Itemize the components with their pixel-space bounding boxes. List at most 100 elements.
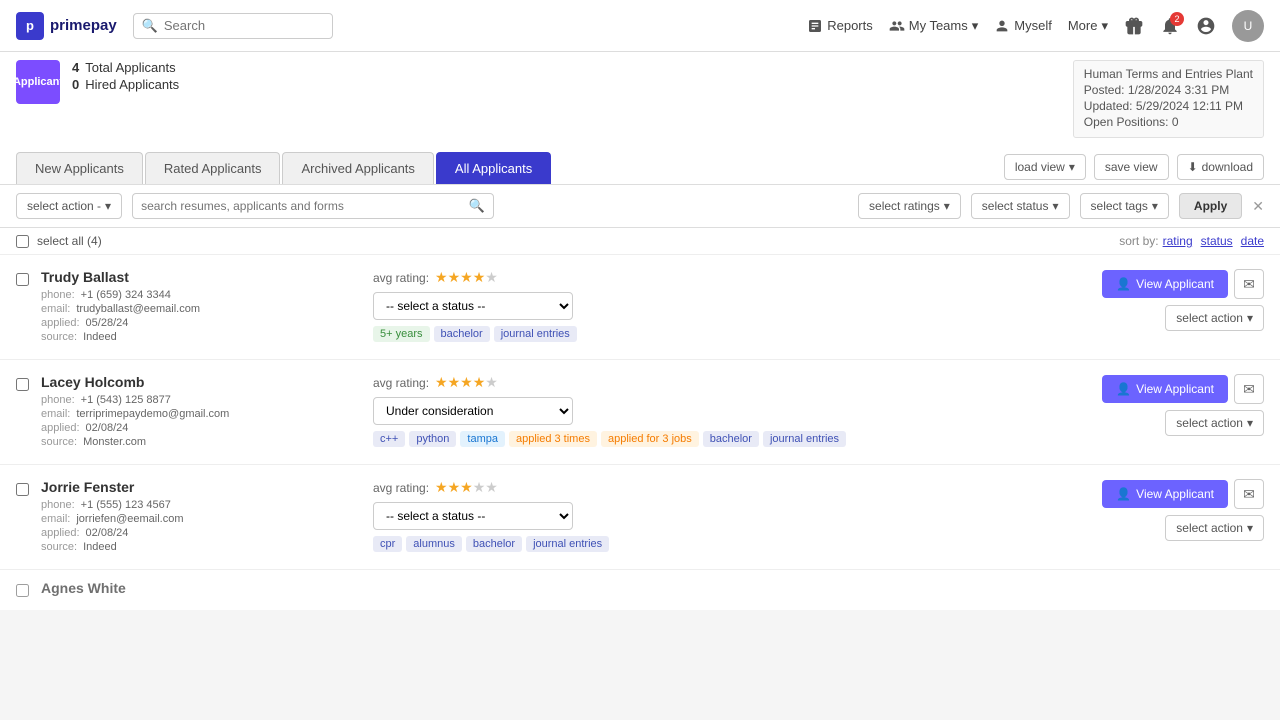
toolbar: select action - ▾ 🔍 select ratings ▾ sel… [0, 185, 1280, 228]
tab-new[interactable]: New Applicants [16, 152, 143, 184]
notification-badge: 2 [1170, 12, 1184, 26]
applicant-search-input[interactable] [141, 199, 469, 213]
action-dropdown-chevron: ▾ [1247, 521, 1253, 535]
email-button-2[interactable]: ✉ [1234, 374, 1264, 404]
view-icon: 👤 [1116, 277, 1131, 291]
search-input[interactable] [164, 18, 304, 33]
star-filled: ★ [473, 269, 486, 285]
logo[interactable]: p primepay [16, 12, 117, 40]
star-filled: ★ [460, 374, 473, 390]
save-view-button[interactable]: save view [1094, 154, 1169, 180]
sort-by-label: sort by: [1119, 234, 1158, 248]
action-dropdown-1[interactable]: select action ▾ [1165, 305, 1264, 331]
my-teams-chevron: ▾ [972, 18, 979, 34]
star-filled: ★ [460, 479, 473, 495]
stars-1: ★★★★★ [435, 269, 498, 286]
logo-icon: p [16, 12, 44, 40]
select-status-label: select status [982, 199, 1049, 213]
action-dropdown-2[interactable]: select action ▾ [1165, 410, 1264, 436]
applicant-row-3: Jorrie Fenster phone:+1 (555) 123 4567 e… [0, 465, 1280, 570]
applicant-email-3: email:jorriefen@eemail.com [41, 513, 361, 525]
sort-by-status[interactable]: status [1201, 234, 1233, 248]
applicant-checkbox-1[interactable] [16, 273, 29, 286]
tag: journal entries [763, 431, 846, 447]
more-chevron: ▾ [1101, 18, 1108, 34]
applicant-icon: Applicant [16, 60, 60, 104]
star-filled: ★ [435, 374, 448, 390]
tag: bachelor [466, 536, 522, 552]
sort-by-date[interactable]: date [1241, 234, 1264, 248]
nav-reports[interactable]: Reports [807, 18, 873, 34]
select-status-button[interactable]: select status ▾ [971, 193, 1070, 219]
view-applicant-button-1[interactable]: 👤 View Applicant [1102, 270, 1228, 298]
email-button-3[interactable]: ✉ [1234, 479, 1264, 509]
applicant-info-4: Agnes White [41, 580, 361, 600]
applicant-icon-text: Applicant [13, 76, 63, 88]
status-select-3[interactable]: -- select a status --Under consideration… [373, 502, 573, 530]
star-filled: ★ [448, 269, 461, 285]
avatar[interactable]: U [1232, 10, 1264, 42]
star-filled: ★ [460, 269, 473, 285]
apply-button[interactable]: Apply [1179, 193, 1242, 219]
select-action-button[interactable]: select action - ▾ [16, 193, 122, 219]
nav-more[interactable]: More ▾ [1068, 18, 1108, 34]
select-tags-button[interactable]: select tags ▾ [1080, 193, 1169, 219]
job-posted: Posted: 1/28/2024 3:31 PM [1084, 83, 1253, 97]
tab-all[interactable]: All Applicants [436, 152, 551, 184]
sort-by-rating[interactable]: rating [1163, 234, 1193, 248]
applicant-checkbox-4[interactable] [16, 584, 29, 597]
email-button-1[interactable]: ✉ [1234, 269, 1264, 299]
nav-items: Reports My Teams ▾ Myself More ▾ 2 U [807, 10, 1264, 42]
applicant-applied-3: applied:02/08/24 [41, 527, 361, 539]
search-icon: 🔍 [142, 18, 158, 34]
select-ratings-label: select ratings [869, 199, 940, 213]
topnav: p primepay 🔍 Reports My Teams ▾ Myself M… [0, 0, 1280, 52]
applicant-source-1: source:Indeed [41, 331, 361, 343]
actions-row-3: 👤 View Applicant ✉ [1102, 479, 1264, 509]
job-meta: Human Terms and Entries Plant Posted: 1/… [1073, 60, 1264, 138]
applicant-info-2: Lacey Holcomb phone:+1 (543) 125 8877 em… [41, 374, 361, 450]
tag: journal entries [494, 326, 577, 342]
load-view-button[interactable]: load view ▾ [1004, 154, 1086, 180]
rating-section-2: avg rating: ★★★★★ -- select a status --U… [373, 374, 1090, 447]
actions-row-2: 👤 View Applicant ✉ [1102, 374, 1264, 404]
notification-icon-group[interactable]: 2 [1160, 16, 1180, 36]
select-ratings-button[interactable]: select ratings ▾ [858, 193, 961, 219]
job-title: Human Terms and Entries Plant [1084, 67, 1253, 81]
applicant-applied-2: applied:02/08/24 [41, 422, 361, 434]
job-positions: Open Positions: 0 [1084, 115, 1253, 129]
view-applicant-button-3[interactable]: 👤 View Applicant [1102, 480, 1228, 508]
stars-2: ★★★★★ [435, 374, 498, 391]
tag: tampa [460, 431, 505, 447]
nav-myself[interactable]: Myself [994, 18, 1052, 34]
tag: cpr [373, 536, 402, 552]
star-empty: ★ [473, 479, 486, 495]
apply-label: Apply [1194, 199, 1227, 213]
gift-icon-group[interactable] [1124, 16, 1144, 36]
avg-rating-label: avg rating: [373, 481, 429, 495]
applicant-row-2: Lacey Holcomb phone:+1 (543) 125 8877 em… [0, 360, 1280, 465]
status-select-2[interactable]: -- select a status --Under consideration… [373, 397, 573, 425]
tag: bachelor [703, 431, 759, 447]
more-label: More [1068, 18, 1098, 33]
clear-filters-button[interactable]: ✕ [1252, 198, 1264, 215]
view-applicant-button-2[interactable]: 👤 View Applicant [1102, 375, 1228, 403]
user-icon-group[interactable] [1196, 16, 1216, 36]
nav-my-teams[interactable]: My Teams ▾ [889, 18, 979, 34]
tab-archived[interactable]: Archived Applicants [282, 152, 433, 184]
page-header-top: Applicant 4 Total Applicants 0 Hired App… [16, 60, 1264, 144]
applicant-row-1: Trudy Ballast phone:+1 (659) 324 3344 em… [0, 255, 1280, 360]
select-action-label: select action - [27, 199, 101, 213]
star-filled: ★ [435, 479, 448, 495]
select-all-checkbox[interactable] [16, 235, 29, 248]
table-header: select all (4) sort by: rating status da… [0, 228, 1280, 255]
applicant-list: Trudy Ballast phone:+1 (659) 324 3344 em… [0, 255, 1280, 610]
tab-rated[interactable]: Rated Applicants [145, 152, 281, 184]
applicant-checkbox-2[interactable] [16, 378, 29, 391]
applicant-checkbox-3[interactable] [16, 483, 29, 496]
action-dropdown-3[interactable]: select action ▾ [1165, 515, 1264, 541]
download-button[interactable]: ⬇ download [1177, 154, 1264, 180]
tag: c++ [373, 431, 405, 447]
status-select-1[interactable]: -- select a status --Under consideration… [373, 292, 573, 320]
avg-rating-label: avg rating: [373, 271, 429, 285]
